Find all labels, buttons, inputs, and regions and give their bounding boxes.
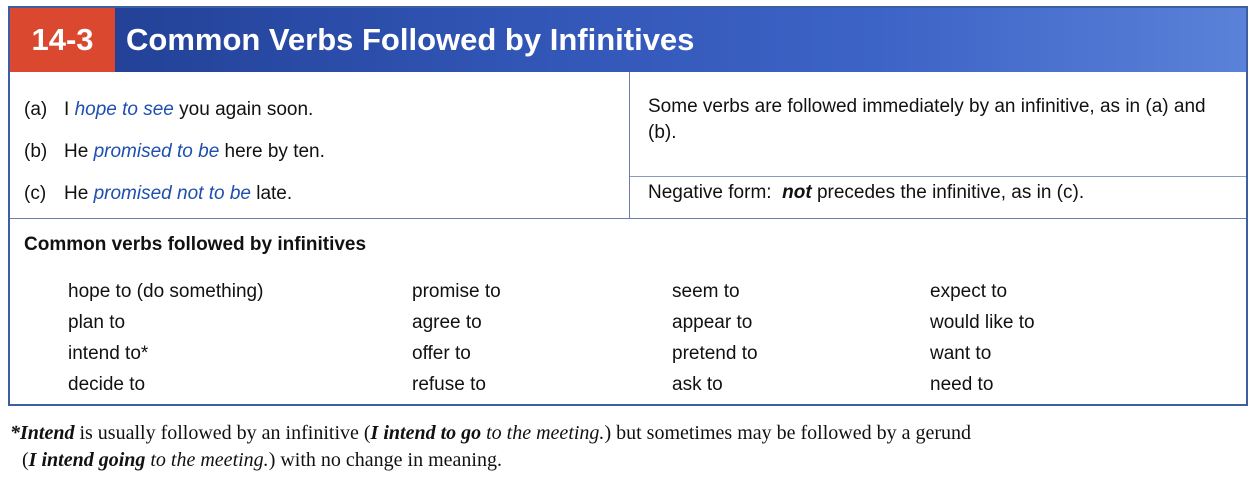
verb-item: would like to: [930, 312, 1035, 333]
example-a: (a) I hope to see you again soon.: [24, 98, 313, 122]
verb-item: expect to: [930, 281, 1008, 302]
footnote-example: to the meeting.: [486, 422, 605, 444]
divider: [10, 218, 1246, 219]
verb-column: seem to appear to pretend to ask to: [672, 276, 758, 400]
verb-item: want to: [930, 343, 992, 364]
example-text: you again soon.: [179, 99, 314, 120]
explanation-immediate: Some verbs are followed immediately by a…: [648, 96, 1206, 143]
explanation-text: Negative form:: [648, 182, 772, 203]
title-bar: 14-3 Common Verbs Followed by Infinitive…: [10, 8, 1246, 72]
verb-item: appear to: [672, 312, 753, 333]
verb-item: intend to*: [68, 343, 149, 364]
section-title: Common Verbs Followed by Infinitives: [126, 22, 695, 57]
verb-item: decide to: [68, 374, 146, 395]
verb-item: pretend to: [672, 343, 758, 364]
verb-item: ask to: [672, 374, 723, 395]
footnote-line: *Intend is usually followed by an infini…: [10, 420, 1240, 447]
footnote-text: ) but sometimes may be followed by a ger…: [604, 422, 972, 444]
example-highlight: hope to see: [74, 99, 174, 120]
example-text: I: [64, 99, 70, 120]
examples-panel: (a) I hope to see you again soon. (b) He p…: [10, 72, 630, 218]
example-tag: (c): [24, 183, 47, 204]
example-tag: (a): [24, 99, 48, 120]
example-highlight: promised to be: [93, 141, 220, 162]
example-b: (b) He promised to be here by ten.: [24, 140, 325, 164]
explanation-text: precedes the infinitive, as in (c).: [816, 182, 1085, 203]
verb-item: hope to (do something): [68, 281, 264, 302]
footnote-text: is usually followed by an infinitive (: [79, 422, 371, 444]
verb-column: promise to agree to offer to refuse to: [412, 276, 501, 400]
verb-item: agree to: [412, 312, 482, 333]
verbs-heading: Common verbs followed by infinitives: [24, 234, 367, 255]
verb-item: plan to: [68, 312, 126, 333]
verb-item: seem to: [672, 281, 740, 302]
section-number: 14-3: [10, 8, 115, 72]
grammar-chart: 14-3 Common Verbs Followed by Infinitive…: [8, 6, 1248, 406]
footnote: *Intend is usually followed by an infini…: [10, 420, 1240, 474]
example-text: here by ten.: [224, 141, 325, 162]
footnote-example-bold: I intend to go: [370, 422, 482, 444]
explanations-panel: Some verbs are followed immediately by a…: [630, 72, 1246, 218]
footnote-star: *: [10, 422, 20, 444]
footnote-word: Intend: [20, 422, 75, 444]
divider: [630, 176, 1246, 177]
verb-item: offer to: [412, 343, 471, 364]
example-tag: (b): [24, 141, 48, 162]
example-highlight: promised not to be: [93, 183, 251, 204]
verb-item: refuse to: [412, 374, 486, 395]
verb-item: need to: [930, 374, 994, 395]
footnote-text: (: [22, 449, 29, 471]
footnote-text: ) with no change in meaning.: [268, 449, 502, 471]
verb-column: hope to (do something) plan to intend to…: [68, 276, 263, 400]
footnote-line: (I intend going to the meeting.) with no…: [10, 447, 1240, 474]
verb-column: expect to would like to want to need to: [930, 276, 1035, 400]
example-text: late.: [256, 183, 293, 204]
verb-item: promise to: [412, 281, 501, 302]
example-text: He: [64, 183, 89, 204]
footnote-example-bold: I intend going: [28, 449, 146, 471]
footnote-example: to the meeting.: [150, 449, 269, 471]
explanation-negative: Negative form: not precedes the infiniti…: [648, 180, 1238, 206]
example-c: (c) He promised not to be late.: [24, 182, 292, 206]
negative-word: not: [782, 182, 812, 203]
example-text: He: [64, 141, 89, 162]
